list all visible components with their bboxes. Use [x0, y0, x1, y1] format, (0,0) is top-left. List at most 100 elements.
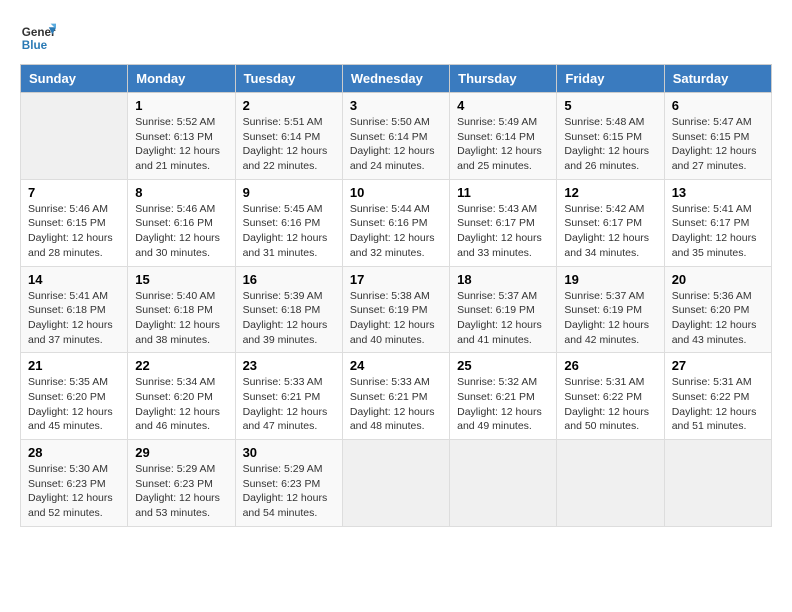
week-row-1: 7 Sunrise: 5:46 AM Sunset: 6:15 PM Daylig… — [21, 179, 772, 266]
day-detail: Sunrise: 5:34 AM Sunset: 6:20 PM Dayligh… — [135, 375, 227, 434]
day-number: 10 — [350, 185, 442, 200]
week-row-2: 14 Sunrise: 5:41 AM Sunset: 6:18 PM Dayli… — [21, 266, 772, 353]
calendar-cell: 20 Sunrise: 5:36 AM Sunset: 6:20 PM Dayli… — [664, 266, 771, 353]
day-header-wednesday: Wednesday — [342, 65, 449, 93]
day-number: 12 — [564, 185, 656, 200]
day-detail: Sunrise: 5:48 AM Sunset: 6:15 PM Dayligh… — [564, 115, 656, 174]
day-number: 11 — [457, 185, 549, 200]
calendar-cell — [21, 93, 128, 180]
day-number: 13 — [672, 185, 764, 200]
calendar-cell: 24 Sunrise: 5:33 AM Sunset: 6:21 PM Dayli… — [342, 353, 449, 440]
calendar-cell: 4 Sunrise: 5:49 AM Sunset: 6:14 PM Daylig… — [450, 93, 557, 180]
day-number: 9 — [243, 185, 335, 200]
day-detail: Sunrise: 5:31 AM Sunset: 6:22 PM Dayligh… — [564, 375, 656, 434]
day-number: 18 — [457, 272, 549, 287]
day-detail: Sunrise: 5:50 AM Sunset: 6:14 PM Dayligh… — [350, 115, 442, 174]
day-detail: Sunrise: 5:32 AM Sunset: 6:21 PM Dayligh… — [457, 375, 549, 434]
day-number: 19 — [564, 272, 656, 287]
day-header-thursday: Thursday — [450, 65, 557, 93]
day-detail: Sunrise: 5:41 AM Sunset: 6:18 PM Dayligh… — [28, 289, 120, 348]
day-number: 25 — [457, 358, 549, 373]
day-number: 4 — [457, 98, 549, 113]
calendar-cell: 15 Sunrise: 5:40 AM Sunset: 6:18 PM Dayli… — [128, 266, 235, 353]
day-header-sunday: Sunday — [21, 65, 128, 93]
day-number: 23 — [243, 358, 335, 373]
calendar-cell: 12Sunrise: 5:42 AM Sunset: 6:17 PM Dayli… — [557, 179, 664, 266]
day-number: 5 — [564, 98, 656, 113]
day-header-monday: Monday — [128, 65, 235, 93]
calendar-cell: 1Sunrise: 5:52 AM Sunset: 6:13 PM Daylig… — [128, 93, 235, 180]
day-number: 15 — [135, 272, 227, 287]
calendar-cell: 9 Sunrise: 5:45 AM Sunset: 6:16 PM Daylig… — [235, 179, 342, 266]
day-number: 7 — [28, 185, 120, 200]
calendar-cell: 23 Sunrise: 5:33 AM Sunset: 6:21 PM Dayli… — [235, 353, 342, 440]
day-detail: Sunrise: 5:47 AM Sunset: 6:15 PM Dayligh… — [672, 115, 764, 174]
day-detail: Sunrise: 5:49 AM Sunset: 6:14 PM Dayligh… — [457, 115, 549, 174]
day-detail: Sunrise: 5:51 AM Sunset: 6:14 PM Dayligh… — [243, 115, 335, 174]
day-detail: Sunrise: 5:43 AM Sunset: 6:17 PM Dayligh… — [457, 202, 549, 261]
day-detail: Sunrise: 5:36 AM Sunset: 6:20 PM Dayligh… — [672, 289, 764, 348]
calendar-cell: 3 Sunrise: 5:50 AM Sunset: 6:14 PM Daylig… — [342, 93, 449, 180]
calendar-cell — [450, 440, 557, 527]
day-number: 3 — [350, 98, 442, 113]
day-header-tuesday: Tuesday — [235, 65, 342, 93]
day-detail: Sunrise: 5:39 AM Sunset: 6:18 PM Dayligh… — [243, 289, 335, 348]
day-detail: Sunrise: 5:46 AM Sunset: 6:15 PM Dayligh… — [28, 202, 120, 261]
calendar-cell: 7 Sunrise: 5:46 AM Sunset: 6:15 PM Daylig… — [21, 179, 128, 266]
calendar-cell: 22Sunrise: 5:34 AM Sunset: 6:20 PM Dayli… — [128, 353, 235, 440]
svg-text:Blue: Blue — [22, 39, 48, 52]
calendar-cell: 18 Sunrise: 5:37 AM Sunset: 6:19 PM Dayli… — [450, 266, 557, 353]
day-number: 14 — [28, 272, 120, 287]
day-number: 2 — [243, 98, 335, 113]
day-detail: Sunrise: 5:52 AM Sunset: 6:13 PM Dayligh… — [135, 115, 227, 174]
day-detail: Sunrise: 5:44 AM Sunset: 6:16 PM Dayligh… — [350, 202, 442, 261]
calendar-cell — [664, 440, 771, 527]
calendar-cell: 25 Sunrise: 5:32 AM Sunset: 6:21 PM Dayli… — [450, 353, 557, 440]
logo: General Blue — [20, 20, 56, 56]
calendar-cell — [557, 440, 664, 527]
calendar-cell: 16Sunrise: 5:39 AM Sunset: 6:18 PM Dayli… — [235, 266, 342, 353]
calendar-table: SundayMondayTuesdayWednesdayThursdayFrid… — [20, 64, 772, 527]
calendar-cell: 5 Sunrise: 5:48 AM Sunset: 6:15 PM Daylig… — [557, 93, 664, 180]
calendar-cell: 27 Sunrise: 5:31 AM Sunset: 6:22 PM Dayli… — [664, 353, 771, 440]
calendar-cell: 30Sunrise: 5:29 AM Sunset: 6:23 PM Dayli… — [235, 440, 342, 527]
week-row-4: 28 Sunrise: 5:30 AM Sunset: 6:23 PM Dayli… — [21, 440, 772, 527]
day-detail: Sunrise: 5:31 AM Sunset: 6:22 PM Dayligh… — [672, 375, 764, 434]
day-header-friday: Friday — [557, 65, 664, 93]
calendar-cell: 19 Sunrise: 5:37 AM Sunset: 6:19 PM Dayli… — [557, 266, 664, 353]
calendar-cell: 29Sunrise: 5:29 AM Sunset: 6:23 PM Dayli… — [128, 440, 235, 527]
day-number: 27 — [672, 358, 764, 373]
day-detail: Sunrise: 5:37 AM Sunset: 6:19 PM Dayligh… — [564, 289, 656, 348]
day-number: 20 — [672, 272, 764, 287]
week-row-0: 1Sunrise: 5:52 AM Sunset: 6:13 PM Daylig… — [21, 93, 772, 180]
day-number: 21 — [28, 358, 120, 373]
calendar-cell: 8Sunrise: 5:46 AM Sunset: 6:16 PM Daylig… — [128, 179, 235, 266]
calendar-cell: 10 Sunrise: 5:44 AM Sunset: 6:16 PM Dayli… — [342, 179, 449, 266]
calendar-cell: 13 Sunrise: 5:41 AM Sunset: 6:17 PM Dayli… — [664, 179, 771, 266]
day-number: 28 — [28, 445, 120, 460]
day-number: 17 — [350, 272, 442, 287]
day-detail: Sunrise: 5:30 AM Sunset: 6:23 PM Dayligh… — [28, 462, 120, 521]
day-number: 29 — [135, 445, 227, 460]
week-row-3: 21Sunrise: 5:35 AM Sunset: 6:20 PM Dayli… — [21, 353, 772, 440]
calendar-cell: 26 Sunrise: 5:31 AM Sunset: 6:22 PM Dayli… — [557, 353, 664, 440]
day-detail: Sunrise: 5:41 AM Sunset: 6:17 PM Dayligh… — [672, 202, 764, 261]
calendar-cell: 14 Sunrise: 5:41 AM Sunset: 6:18 PM Dayli… — [21, 266, 128, 353]
calendar-cell: 2 Sunrise: 5:51 AM Sunset: 6:14 PM Daylig… — [235, 93, 342, 180]
day-number: 26 — [564, 358, 656, 373]
day-number: 6 — [672, 98, 764, 113]
day-detail: Sunrise: 5:33 AM Sunset: 6:21 PM Dayligh… — [350, 375, 442, 434]
day-detail: Sunrise: 5:33 AM Sunset: 6:21 PM Dayligh… — [243, 375, 335, 434]
day-detail: Sunrise: 5:37 AM Sunset: 6:19 PM Dayligh… — [457, 289, 549, 348]
calendar-cell: 28 Sunrise: 5:30 AM Sunset: 6:23 PM Dayli… — [21, 440, 128, 527]
day-number: 24 — [350, 358, 442, 373]
day-detail: Sunrise: 5:29 AM Sunset: 6:23 PM Dayligh… — [243, 462, 335, 521]
calendar-cell — [342, 440, 449, 527]
calendar-cell: 21Sunrise: 5:35 AM Sunset: 6:20 PM Dayli… — [21, 353, 128, 440]
header-row: SundayMondayTuesdayWednesdayThursdayFrid… — [21, 65, 772, 93]
day-detail: Sunrise: 5:45 AM Sunset: 6:16 PM Dayligh… — [243, 202, 335, 261]
logo-icon: General Blue — [20, 20, 56, 56]
day-detail: Sunrise: 5:40 AM Sunset: 6:18 PM Dayligh… — [135, 289, 227, 348]
day-number: 8 — [135, 185, 227, 200]
calendar-cell: 17Sunrise: 5:38 AM Sunset: 6:19 PM Dayli… — [342, 266, 449, 353]
